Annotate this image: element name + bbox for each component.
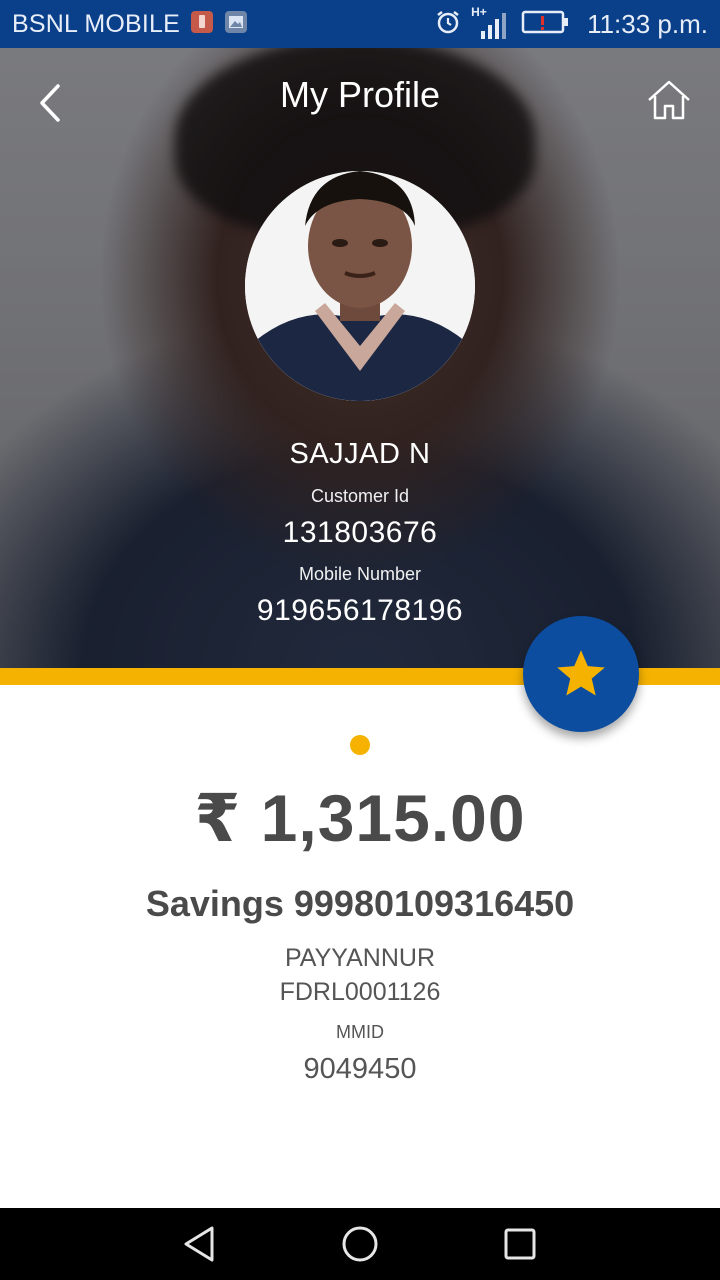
- nav-home-button[interactable]: [338, 1222, 382, 1266]
- clock: 11:33 p.m.: [587, 8, 708, 39]
- triangle-back-icon: [184, 1226, 214, 1262]
- circle-home-icon: [342, 1226, 378, 1262]
- mobile-number-label: Mobile Number: [298, 564, 422, 584]
- system-navigation-bar: [0, 1208, 720, 1280]
- battery-icon: [521, 9, 569, 40]
- alarm-icon: [435, 9, 461, 40]
- image-notification-icon: [224, 10, 248, 39]
- carrier-name: BSNL MOBILE: [12, 9, 180, 38]
- ifsc-code: FDRL0001126: [279, 978, 441, 1006]
- page-indicator-dot: [350, 735, 370, 755]
- nav-recents-button[interactable]: [498, 1222, 542, 1266]
- square-recents-icon: [504, 1228, 536, 1260]
- profile-header: My Profile SAJJAD N Customer Id 13180367…: [0, 48, 720, 668]
- nav-back-button[interactable]: [178, 1222, 222, 1266]
- status-bar: BSNL MOBILE H+ 11:33 p.m.: [0, 0, 720, 48]
- favourite-button[interactable]: [523, 616, 639, 732]
- signal-icon: H+: [471, 5, 511, 41]
- branch-name: PAYYANNUR: [284, 944, 436, 972]
- customer-name: SAJJAD N: [289, 438, 431, 470]
- page-title: My Profile: [279, 74, 441, 115]
- home-icon: [648, 80, 690, 120]
- mobile-number-value: 919656178196: [256, 594, 464, 627]
- status-right-group: H+ 11:33 p.m.: [435, 0, 708, 48]
- account-type-number: Savings 99980109316450: [145, 883, 575, 924]
- mmid-label: MMID: [336, 1022, 384, 1042]
- avatar-photo: [245, 171, 475, 401]
- account-balance: ₹ 1,315.00: [194, 781, 526, 855]
- mmid-value: 9049450: [303, 1053, 417, 1085]
- home-button[interactable]: [643, 74, 695, 126]
- avatar[interactable]: [245, 171, 475, 401]
- customer-id-value: 131803676: [282, 516, 438, 549]
- star-icon: [557, 650, 605, 696]
- battery-alert-notification-icon: [190, 10, 214, 39]
- customer-id-label: Customer Id: [310, 486, 410, 506]
